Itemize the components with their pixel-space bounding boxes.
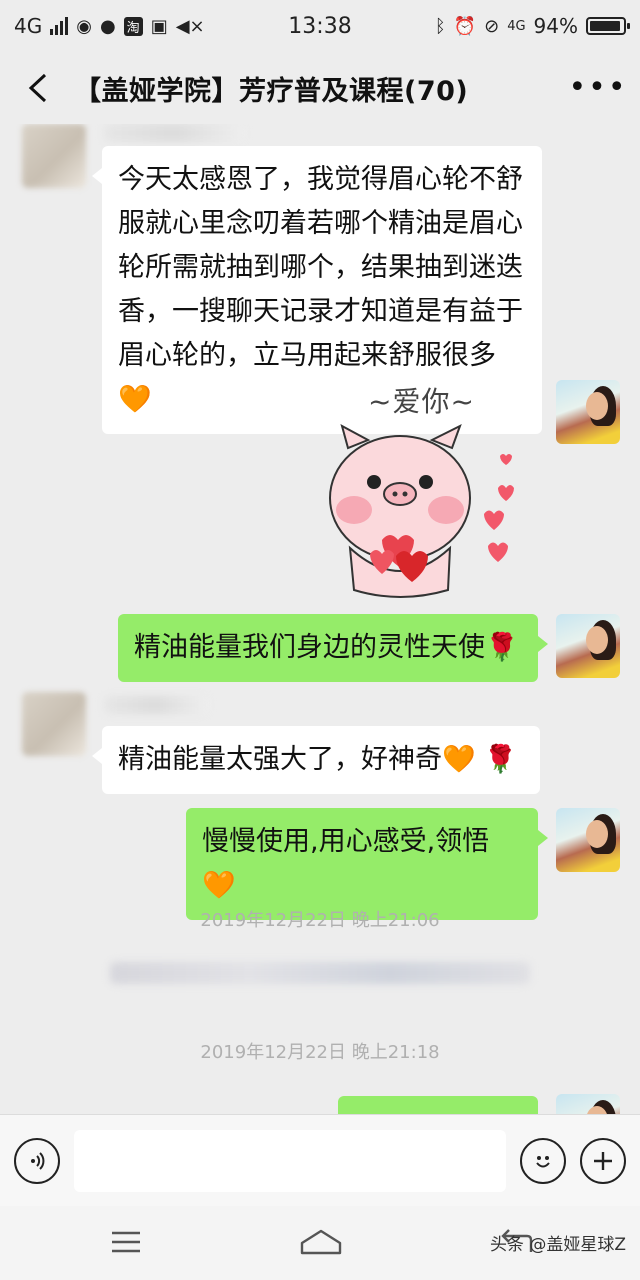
battery-percent: 94% [533, 14, 578, 38]
pig-love-sticker[interactable]: ~爱你~ [320, 380, 530, 600]
network-label: 4G [14, 14, 43, 38]
rose-icon: 🌹 [483, 744, 518, 775]
more-options-button[interactable]: ••• [568, 64, 625, 112]
plus-icon [594, 1151, 612, 1170]
system-message-blurred [110, 962, 530, 984]
more-functions-button[interactable] [580, 1137, 626, 1184]
chevron-left-icon [28, 73, 47, 103]
mute-icon: ◀× [175, 15, 205, 37]
back-button[interactable] [18, 64, 58, 112]
self-avatar[interactable] [556, 614, 620, 678]
hamburger-icon [112, 1231, 140, 1253]
message-bubble-partial[interactable] [338, 1096, 538, 1114]
status-right: ᛒ ⏰ ⊘ 4G 94% [434, 14, 630, 38]
ellipsis-icon: ••• [568, 70, 628, 105]
sticker-caption: ~爱你~ [368, 385, 475, 418]
system-nav-bar: 头条 @盖娅星球Z [0, 1206, 640, 1280]
chat-bubble-icon: ● [99, 15, 116, 37]
battery-icon [586, 17, 630, 35]
chat-title: 【盖娅学院】芳疗普及课程(70) [74, 75, 469, 107]
message-list[interactable]: 今天太感恩了，我觉得眉心轮不舒服就心里念叨着若哪个精油是眉心轮所需就抽到哪个，结… [0, 124, 640, 1114]
status-left: 4G ◉ ● 淘 ▣ ◀× [14, 14, 205, 38]
orange-heart-icon: 🧡 [442, 744, 476, 775]
message-text: 今天太感恩了，我觉得眉心轮不舒服就心里念叨着若哪个精油是眉心轮所需就抽到哪个，结… [118, 164, 523, 371]
dnd-icon: ⊘ [484, 15, 500, 37]
message-input[interactable] [74, 1129, 506, 1192]
alarm-icon: ⏰ [453, 15, 477, 37]
message-text: 精油能量我们身边的灵性天使 [134, 632, 485, 663]
timestamp: 2019年12月22日 晚上21:18 [200, 1042, 440, 1063]
timestamp: 2019年12月22日 晚上21:06 [200, 910, 440, 931]
emoji-button[interactable] [520, 1137, 566, 1184]
input-bar [0, 1114, 640, 1206]
self-avatar[interactable] [556, 808, 620, 872]
home-icon [300, 1229, 342, 1255]
message-bubble[interactable]: 精油能量太强大了，好神奇🧡 🌹 [92, 726, 540, 794]
message-text: 慢慢使用,用心感受,领悟 [202, 826, 490, 857]
browser-icon: ◉ [76, 15, 92, 37]
message-bubble[interactable]: 慢慢使用,用心感受,领悟 🧡 [186, 808, 548, 920]
voice-button[interactable] [14, 1137, 60, 1184]
rose-icon: 🌹 [485, 632, 519, 663]
orange-heart-icon: 🧡 [118, 384, 152, 415]
self-avatar[interactable] [556, 1094, 620, 1114]
taobao-icon: 淘 [123, 16, 143, 36]
home-button[interactable] [298, 1222, 344, 1262]
sender-name-blurred [104, 696, 208, 714]
voice-icon [31, 1151, 45, 1170]
signal-icon [50, 17, 69, 35]
message-bubble[interactable]: 精油能量我们身边的灵性天使🌹 [118, 614, 548, 682]
status-bar: 4G ◉ ● 淘 ▣ ◀× 13:38 ᛒ ⏰ ⊘ 4G 94% [0, 0, 640, 52]
menu-button[interactable] [104, 1222, 148, 1262]
battery-fill [590, 21, 621, 31]
self-avatar[interactable] [556, 380, 620, 444]
bluetooth-icon: ᛒ [434, 15, 446, 37]
watermark: 头条 @盖娅星球Z [489, 1235, 626, 1255]
chat-header: 【盖娅学院】芳疗普及课程(70) ••• [0, 52, 640, 124]
smiley-icon [536, 1155, 550, 1167]
sender-name-blurred [104, 124, 244, 142]
orange-heart-icon: 🧡 [202, 870, 236, 901]
avatar[interactable] [22, 124, 86, 188]
message-text: 精油能量太强大了，好神奇 [118, 744, 442, 775]
pig-icon [329, 423, 514, 598]
network-right-label: 4G [507, 18, 526, 34]
avatar[interactable] [22, 692, 86, 756]
card-icon: ▣ [150, 15, 168, 37]
